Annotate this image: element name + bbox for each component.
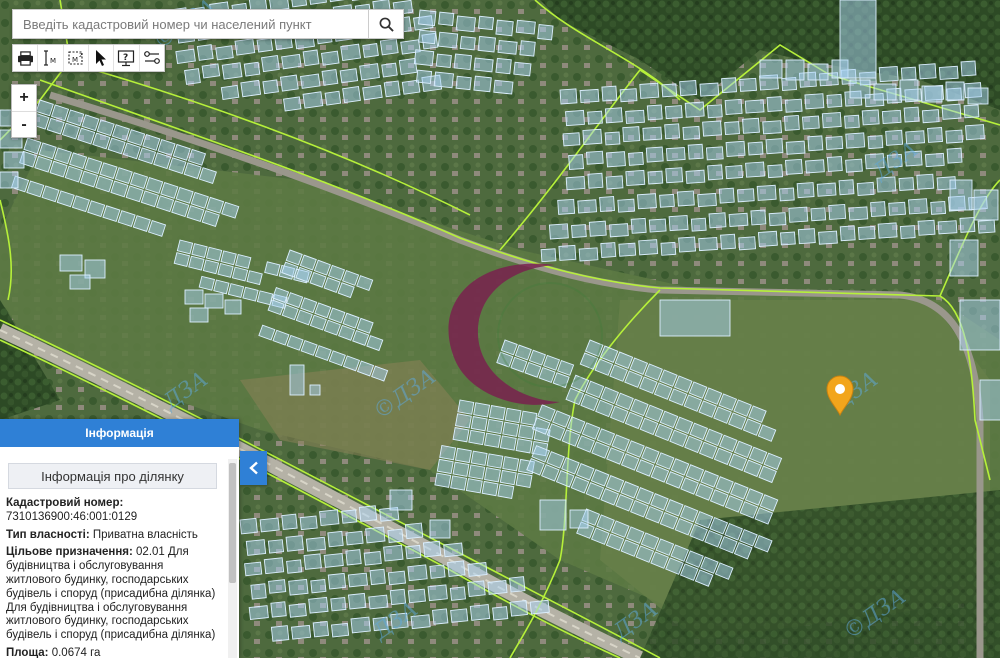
panel-scrollbar[interactable] (228, 459, 237, 658)
chevron-left-icon (248, 461, 258, 475)
print-button[interactable] (13, 45, 39, 71)
info-panel: Інформація Інформація про ділянку Кадаст… (0, 419, 239, 658)
measure-distance-icon: M (44, 50, 57, 66)
ownership-row: Тип власності: Приватна власність (6, 529, 221, 543)
ownership-value: Приватна власність (92, 528, 198, 541)
svg-text:2: 2 (79, 53, 82, 59)
search-input[interactable] (13, 10, 369, 38)
map-toolbar: M M2 ? (12, 44, 165, 72)
panel-header: Інформація (0, 419, 239, 447)
area-value: 0.0674 га (51, 646, 101, 658)
collapse-panel-button[interactable] (240, 451, 267, 485)
printer-icon (17, 50, 33, 66)
panel-body: Інформація про ділянку Кадастровий номер… (0, 447, 227, 658)
zoom-control: + - (11, 84, 37, 138)
identify-icon: ? (118, 50, 135, 67)
select-cursor-button[interactable] (89, 45, 115, 71)
area-row: Площа: 0.0674 га (6, 647, 221, 658)
area-label: Площа: (6, 646, 49, 658)
cursor-icon (96, 50, 107, 66)
measure-area-icon: M2 (68, 51, 83, 65)
zoom-in-button[interactable]: + (12, 85, 36, 112)
measure-distance-button[interactable]: M (38, 45, 64, 71)
cadastral-row: Кадастровий номер: 7310136900:46:001:012… (6, 497, 221, 525)
identify-button[interactable]: ? (114, 45, 140, 71)
cadastral-value: 7310136900:46:001:0129 (6, 510, 138, 523)
ownership-label: Тип власності: (6, 528, 90, 541)
purpose-label: Цільове призначення: (6, 546, 133, 559)
search-button[interactable] (368, 10, 403, 38)
measure-area-button[interactable]: M2 (64, 45, 89, 71)
layers-button[interactable] (140, 45, 164, 71)
parcel-info-title: Інформація про ділянку (8, 463, 217, 489)
cadastral-label: Кадастровий номер: (6, 497, 124, 509)
svg-text:M: M (50, 57, 56, 65)
zoom-out-button[interactable]: - (12, 112, 36, 138)
purpose-value: 02.01 Для будівництва і обслуговування ж… (6, 546, 216, 642)
search-box (12, 9, 404, 39)
layers-icon (143, 51, 160, 64)
scrollbar-thumb[interactable] (229, 463, 236, 583)
purpose-row: Цільове призначення: 02.01 Для будівницт… (6, 546, 221, 643)
svg-text:?: ? (123, 53, 128, 63)
svg-text:M: M (72, 56, 78, 64)
search-icon (379, 17, 394, 32)
